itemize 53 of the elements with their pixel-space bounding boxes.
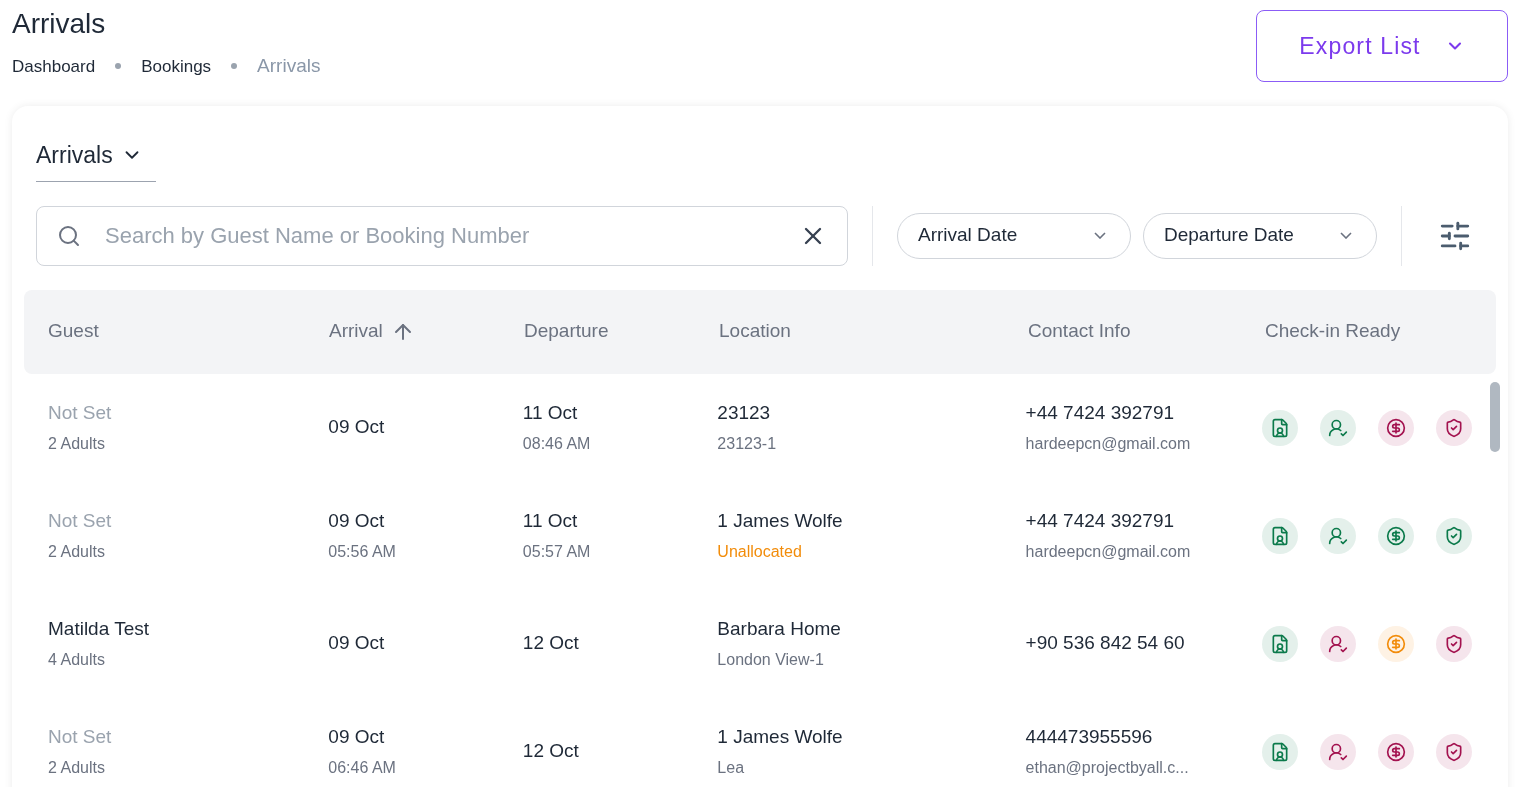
arrival-date: 09 Oct	[328, 631, 386, 656]
search-bar[interactable]: Search by Guest Name or Booking Number	[36, 205, 848, 266]
column-header[interactable]: Guest	[48, 317, 99, 346]
property-name: 23123	[717, 401, 772, 426]
departure-time: 05:57 AM	[522, 541, 592, 562]
breadcrumb-link[interactable]: Arrivals	[257, 52, 321, 81]
phone-number: 444473955596	[1025, 725, 1154, 750]
departure-date: 11 Oct	[522, 401, 579, 426]
guest-name: Not Set	[48, 401, 113, 426]
view-select[interactable]: Arrivals	[36, 138, 156, 182]
departure-date: 11 Oct	[522, 509, 579, 534]
caret-icon	[1340, 232, 1352, 239]
property-name: 1 James Wolfe	[717, 725, 844, 750]
column-header[interactable]: Departure	[524, 317, 609, 346]
column-header[interactable]: Arrival	[329, 317, 383, 346]
caret-icon	[1094, 232, 1106, 239]
guest-count: 2 Adults	[48, 433, 106, 454]
unit-name: Lea	[717, 757, 746, 778]
phone-number: +44 7424 392791	[1025, 401, 1176, 426]
email-address: hardeepcn@gmail.com	[1025, 541, 1192, 562]
departure-time: 08:46 AM	[522, 433, 592, 454]
arrival-date: 09 Oct	[328, 415, 386, 440]
unit-name: London View-1	[717, 649, 825, 670]
email-address: hardeepcn@gmail.com	[1025, 433, 1192, 454]
email-address: ethan@projectbyall.c...	[1025, 757, 1190, 778]
unit-name: Unallocated	[717, 541, 803, 562]
breadcrumb-link[interactable]: Dashboard	[12, 53, 96, 79]
export-list-button[interactable]: Export List	[1256, 10, 1508, 82]
search-icon	[57, 223, 81, 248]
arrival-date: 09 Oct	[328, 509, 386, 534]
breadcrumb-link[interactable]: Bookings	[141, 53, 212, 79]
unit-name: 23123-1	[717, 433, 778, 454]
column-header[interactable]: Check-in Ready	[1265, 317, 1401, 346]
property-name: Barbara Home	[717, 617, 842, 642]
page-title: Arrivals	[12, 8, 107, 40]
departure-date: 12 Oct	[522, 631, 580, 656]
column-header[interactable]: Location	[719, 317, 791, 346]
guest-name: Matilda Test	[48, 617, 151, 642]
departure-date: 12 Oct	[522, 739, 580, 764]
property-name: 1 James Wolfe	[717, 509, 844, 534]
guest-count: 2 Adults	[48, 757, 106, 778]
arrival-time: 06:46 AM	[328, 757, 397, 778]
search-field[interactable]: Search by Guest Name or Booking Number	[105, 219, 775, 252]
phone-number: +90 536 842 54 60	[1025, 631, 1186, 656]
guest-count: 2 Adults	[48, 541, 106, 562]
guest-count: 4 Adults	[48, 649, 106, 670]
guest-name: Not Set	[48, 725, 113, 750]
scrollbar-thumb[interactable]	[1490, 381, 1500, 452]
arrival-date: 09 Oct	[328, 725, 386, 750]
column-header[interactable]: Contact Info	[1028, 317, 1131, 346]
guest-name: Not Set	[48, 509, 113, 534]
arrival-time: 05:56 AM	[328, 541, 397, 562]
phone-number: +44 7424 392791	[1025, 509, 1176, 534]
